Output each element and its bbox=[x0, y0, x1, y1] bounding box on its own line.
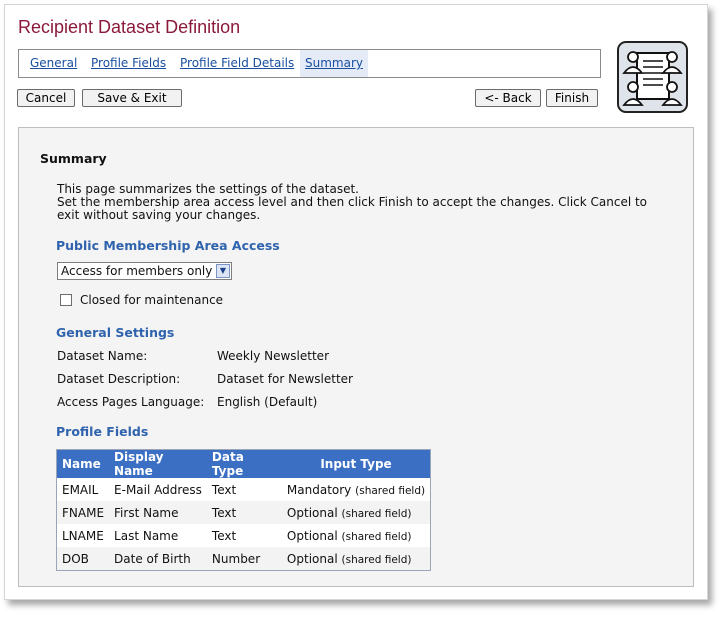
cancel-button[interactable]: Cancel bbox=[17, 89, 75, 107]
summary-intro-line-3: exit without saving your changes. bbox=[57, 208, 261, 222]
back-button[interactable]: <- Back bbox=[475, 89, 541, 107]
column-header-data-type: Data Type bbox=[206, 449, 282, 478]
cell-input-type: Optional (shared field) bbox=[281, 547, 431, 571]
dataset-description-label: Dataset Description: bbox=[57, 372, 181, 386]
table-row: LNAME Last Name Text Optional (shared fi… bbox=[57, 524, 431, 547]
input-type-value: Optional bbox=[286, 505, 338, 520]
access-pages-language-value: English (Default) bbox=[217, 395, 318, 409]
column-header-name: Name bbox=[56, 449, 110, 478]
cell-input-type: Mandatory (shared field) bbox=[282, 478, 431, 501]
dataset-name-label: Dataset Name: bbox=[57, 349, 148, 363]
access-section-heading: Public Membership Area Access bbox=[56, 238, 280, 253]
finish-button[interactable]: Finish bbox=[546, 89, 598, 107]
table-header-row: Name Display Name Data Type Input Type bbox=[56, 449, 431, 478]
column-header-display-name: Display Name bbox=[109, 449, 207, 478]
page-frame: Recipient Dataset Definition General Pro… bbox=[4, 4, 708, 600]
input-type-note: (shared field) bbox=[341, 530, 412, 543]
cell-data-type: Text bbox=[206, 501, 282, 524]
maintenance-label: Closed for maintenance bbox=[80, 293, 224, 307]
table-row: EMAIL E-Mail Address Text Mandatory (sha… bbox=[57, 478, 431, 501]
tab-profile-fields[interactable]: Profile Fields bbox=[86, 50, 171, 77]
cell-display-name: Last Name bbox=[114, 528, 179, 543]
cell-input-type: Optional (shared field) bbox=[281, 501, 431, 524]
input-type-value: Optional bbox=[286, 551, 338, 566]
cell-name: EMAIL bbox=[62, 482, 99, 497]
profile-fields-table: Name Display Name Data Type Input Type E… bbox=[56, 449, 432, 571]
cell-name: FNAME bbox=[56, 501, 110, 524]
tab-general[interactable]: General bbox=[25, 50, 82, 77]
cell-name: DOB bbox=[56, 547, 110, 571]
table-row: FNAME First Name Text Optional (shared f… bbox=[56, 501, 431, 524]
cell-display-name: Date of Birth bbox=[109, 547, 207, 571]
column-header-input-type: Input Type bbox=[281, 449, 431, 478]
summary-heading: Summary bbox=[40, 151, 107, 166]
input-type-note: (shared field) bbox=[341, 553, 412, 566]
cell-display-name: E-Mail Address bbox=[114, 482, 202, 497]
cell-data-type: Text bbox=[211, 528, 237, 543]
cell-data-type: Text bbox=[211, 482, 237, 497]
input-type-value: Optional bbox=[286, 528, 338, 543]
access-pages-language-label: Access Pages Language: bbox=[57, 395, 205, 409]
cell-name: LNAME bbox=[62, 528, 104, 543]
chevron-down-icon[interactable]: ▼ bbox=[216, 264, 230, 278]
summary-panel: Summary This page summarizes the setting… bbox=[18, 127, 694, 587]
save-exit-button[interactable]: Save & Exit bbox=[82, 89, 182, 107]
input-type-note: (shared field) bbox=[355, 484, 426, 497]
people-profile-icon bbox=[617, 41, 688, 113]
maintenance-checkbox[interactable] bbox=[60, 294, 72, 306]
wizard-tab-bar: General Profile Fields Profile Field Det… bbox=[18, 49, 601, 78]
dataset-name-value: Weekly Newsletter bbox=[217, 349, 329, 363]
profile-fields-heading: Profile Fields bbox=[56, 424, 149, 439]
tab-profile-field-details[interactable]: Profile Field Details bbox=[175, 50, 299, 77]
page-title: Recipient Dataset Definition bbox=[18, 17, 241, 37]
general-settings-heading: General Settings bbox=[56, 325, 175, 340]
input-type-note: (shared field) bbox=[341, 507, 412, 520]
cell-input-type: Optional (shared field) bbox=[282, 524, 431, 547]
table-row: DOB Date of Birth Number Optional (share… bbox=[56, 547, 431, 571]
cell-data-type: Number bbox=[206, 547, 282, 571]
access-level-selected: Access for members only bbox=[61, 264, 213, 278]
tab-summary[interactable]: Summary bbox=[300, 50, 368, 77]
access-level-select[interactable]: Access for members only ▼ bbox=[57, 262, 232, 280]
input-type-value: Mandatory bbox=[286, 482, 352, 497]
people-profile-icon-graphic bbox=[622, 51, 683, 106]
dataset-description-value: Dataset for Newsletter bbox=[217, 372, 353, 386]
cell-display-name: First Name bbox=[109, 501, 207, 524]
